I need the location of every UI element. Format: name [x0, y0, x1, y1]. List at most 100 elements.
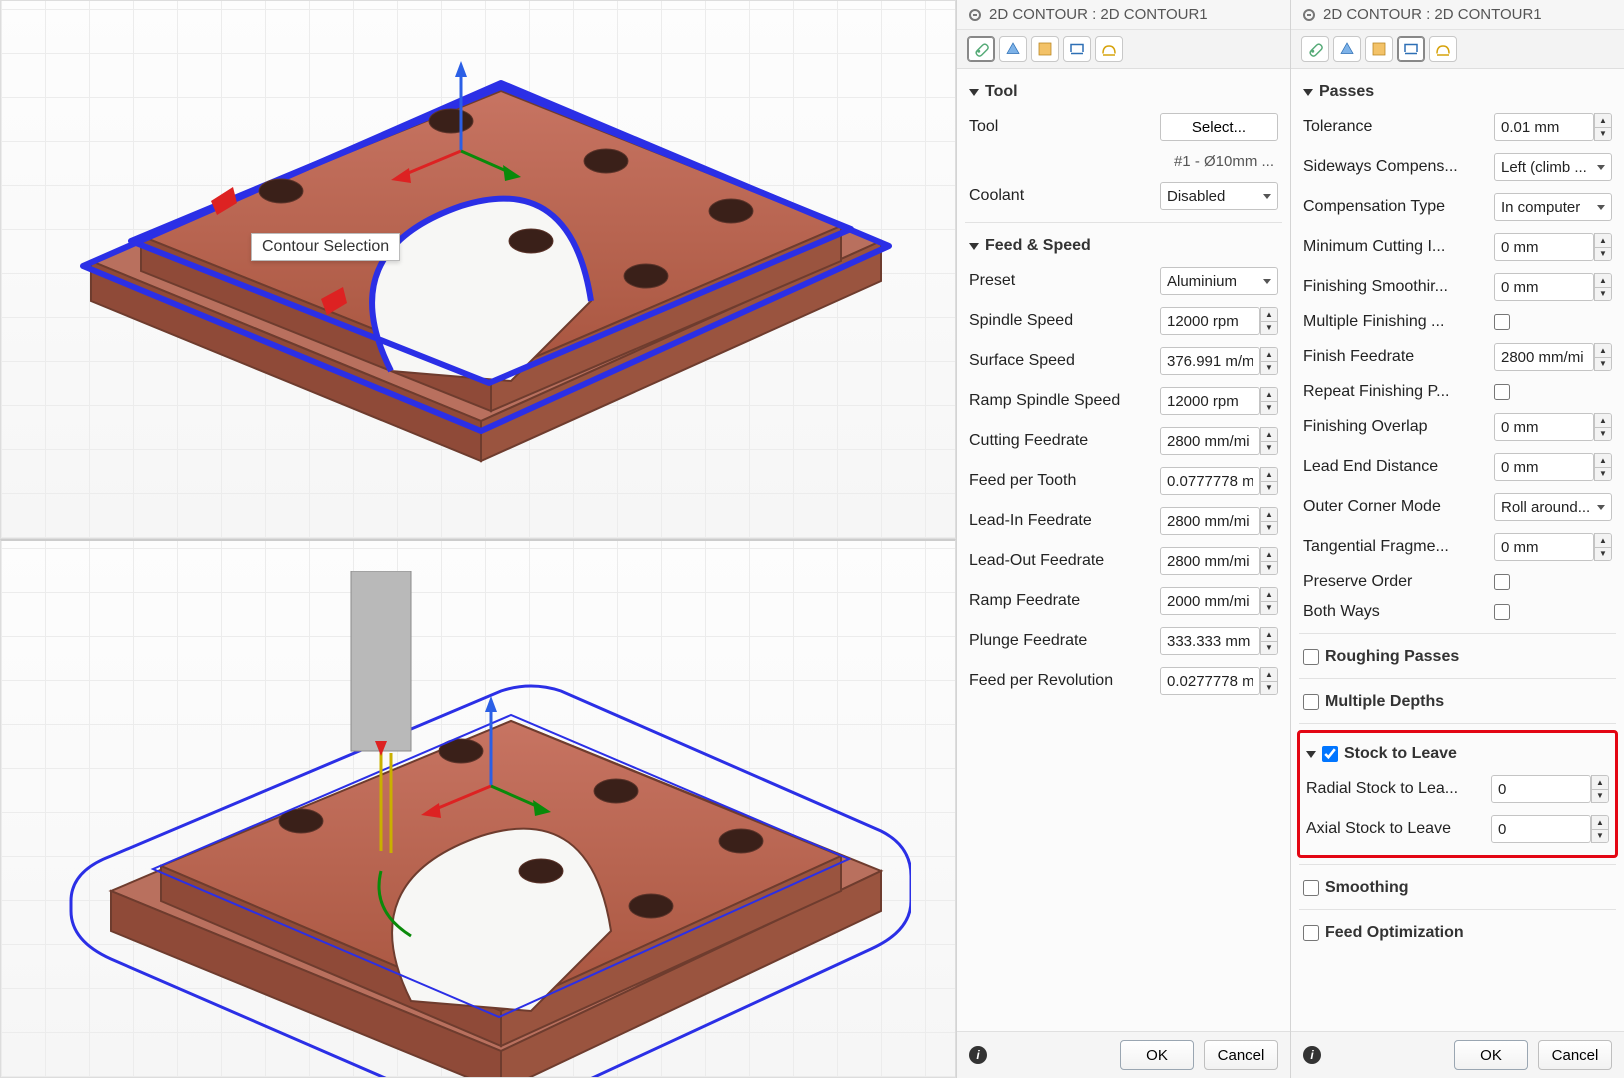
spindle-speed-step-up[interactable]: ▲ [1261, 308, 1277, 322]
plunge-feedrate-step-down[interactable]: ▼ [1261, 642, 1277, 655]
section-tool-header[interactable]: Tool [969, 75, 1278, 107]
tab-geometry[interactable] [999, 36, 1027, 62]
both-ways-checkbox[interactable] [1494, 604, 1510, 620]
compensation-type-select[interactable]: In computer [1494, 193, 1612, 221]
feed-per-tooth-step-up[interactable]: ▲ [1261, 468, 1277, 482]
cancel-button[interactable]: Cancel [1538, 1040, 1612, 1070]
info-icon[interactable]: i [969, 1046, 987, 1064]
finishing-smoothir-step-down[interactable]: ▼ [1595, 288, 1611, 301]
section-passes-header[interactable]: Passes [1303, 75, 1612, 107]
tangential-fragme-input[interactable] [1494, 533, 1594, 561]
feed-per-revolution-input[interactable] [1160, 667, 1260, 695]
info-icon[interactable]: i [1303, 1046, 1321, 1064]
minimum-cutting-i-step-down[interactable]: ▼ [1595, 248, 1611, 261]
surface-speed-step-up[interactable]: ▲ [1261, 348, 1277, 362]
preset-select[interactable]: Aluminium [1160, 267, 1278, 295]
smoothing-checkbox[interactable] [1303, 880, 1319, 896]
ramp-feedrate-step-down[interactable]: ▼ [1261, 602, 1277, 615]
section-stock-to-leave-header[interactable]: Stock to Leave [1306, 737, 1609, 769]
section-feed-opt-header[interactable]: Feed Optimization [1303, 916, 1612, 948]
finish-feedrate-step-up[interactable]: ▲ [1595, 344, 1611, 358]
lead-out-feedrate-input[interactable] [1160, 547, 1260, 575]
finish-feedrate-step-down[interactable]: ▼ [1595, 358, 1611, 371]
lead-in-feedrate-step-up[interactable]: ▲ [1261, 508, 1277, 522]
minimize-icon[interactable] [1303, 9, 1315, 21]
axial-stock-to-leave-step-up[interactable]: ▲ [1592, 816, 1608, 830]
section-multiple-depths-header[interactable]: Multiple Depths [1303, 685, 1612, 717]
tab-tool[interactable] [967, 36, 995, 62]
tab-heights[interactable] [1031, 36, 1059, 62]
lead-out-feedrate-step-up[interactable]: ▲ [1261, 548, 1277, 562]
section-smoothing-header[interactable]: Smoothing [1303, 871, 1612, 903]
stock-to-leave-checkbox[interactable] [1322, 746, 1338, 762]
tab-linking[interactable] [1095, 36, 1123, 62]
lead-end-distance-step-down[interactable]: ▼ [1595, 468, 1611, 481]
ramp-spindle-speed-input[interactable] [1160, 387, 1260, 415]
cutting-feedrate-step-up[interactable]: ▲ [1261, 428, 1277, 442]
tangential-fragme-step-down[interactable]: ▼ [1595, 548, 1611, 561]
feed-optimization-checkbox[interactable] [1303, 925, 1319, 941]
radial-stock-to-lea-step-down[interactable]: ▼ [1592, 790, 1608, 803]
tab-geometry[interactable] [1333, 36, 1361, 62]
axial-stock-to-leave-input[interactable] [1491, 815, 1591, 843]
feed-per-tooth-input[interactable] [1160, 467, 1260, 495]
tolerance-step-down[interactable]: ▼ [1595, 128, 1611, 141]
ramp-spindle-speed-step-down[interactable]: ▼ [1261, 402, 1277, 415]
finishing-overlap-step-up[interactable]: ▲ [1595, 414, 1611, 428]
section-feed-header[interactable]: Feed & Speed [969, 229, 1278, 261]
finish-feedrate-input[interactable] [1494, 343, 1594, 371]
multiple-finishing-checkbox[interactable] [1494, 314, 1510, 330]
plunge-feedrate-step-up[interactable]: ▲ [1261, 628, 1277, 642]
minimum-cutting-i-input[interactable] [1494, 233, 1594, 261]
viewport-bottom[interactable] [0, 539, 956, 1078]
tab-passes[interactable] [1063, 36, 1091, 62]
lead-end-distance-step-up[interactable]: ▲ [1595, 454, 1611, 468]
tab-passes[interactable] [1397, 36, 1425, 62]
surface-speed-input[interactable] [1160, 347, 1260, 375]
lead-in-feedrate-input[interactable] [1160, 507, 1260, 535]
feed-per-revolution-step-down[interactable]: ▼ [1261, 682, 1277, 695]
surface-speed-step-down[interactable]: ▼ [1261, 362, 1277, 375]
cutting-feedrate-step-down[interactable]: ▼ [1261, 442, 1277, 455]
tolerance-step-up[interactable]: ▲ [1595, 114, 1611, 128]
ok-button[interactable]: OK [1454, 1040, 1528, 1070]
finishing-overlap-step-down[interactable]: ▼ [1595, 428, 1611, 441]
multiple-depths-checkbox[interactable] [1303, 694, 1319, 710]
roughing-passes-checkbox[interactable] [1303, 649, 1319, 665]
tab-heights[interactable] [1365, 36, 1393, 62]
cancel-button[interactable]: Cancel [1204, 1040, 1278, 1070]
feed-per-tooth-step-down[interactable]: ▼ [1261, 482, 1277, 495]
plunge-feedrate-input[interactable] [1160, 627, 1260, 655]
cutting-feedrate-input[interactable] [1160, 427, 1260, 455]
viewport-top[interactable]: Contour Selection [0, 0, 956, 539]
finishing-smoothir-step-up[interactable]: ▲ [1595, 274, 1611, 288]
spindle-speed-input[interactable] [1160, 307, 1260, 335]
repeat-finishing-p-checkbox[interactable] [1494, 384, 1510, 400]
feed-per-revolution-step-up[interactable]: ▲ [1261, 668, 1277, 682]
section-roughing-header[interactable]: Roughing Passes [1303, 640, 1612, 672]
outer-corner-mode-select[interactable]: Roll around... [1494, 493, 1612, 521]
minimum-cutting-i-step-up[interactable]: ▲ [1595, 234, 1611, 248]
spindle-speed-step-down[interactable]: ▼ [1261, 322, 1277, 335]
lead-end-distance-input[interactable] [1494, 453, 1594, 481]
tool-select-button[interactable]: Select... [1160, 113, 1278, 141]
preserve-order-checkbox[interactable] [1494, 574, 1510, 590]
ok-button[interactable]: OK [1120, 1040, 1194, 1070]
lead-out-feedrate-step-down[interactable]: ▼ [1261, 562, 1277, 575]
finishing-smoothir-input[interactable] [1494, 273, 1594, 301]
minimize-icon[interactable] [969, 9, 981, 21]
ramp-spindle-speed-step-up[interactable]: ▲ [1261, 388, 1277, 402]
ramp-feedrate-input[interactable] [1160, 587, 1260, 615]
radial-stock-to-lea-input[interactable] [1491, 775, 1591, 803]
lead-in-feedrate-step-down[interactable]: ▼ [1261, 522, 1277, 535]
tab-tool[interactable] [1301, 36, 1329, 62]
sideways-compens-select[interactable]: Left (climb ... [1494, 153, 1612, 181]
ramp-feedrate-step-up[interactable]: ▲ [1261, 588, 1277, 602]
axial-stock-to-leave-step-down[interactable]: ▼ [1592, 830, 1608, 843]
finishing-overlap-input[interactable] [1494, 413, 1594, 441]
radial-stock-to-lea-step-up[interactable]: ▲ [1592, 776, 1608, 790]
coolant-select[interactable]: Disabled [1160, 182, 1278, 210]
tangential-fragme-step-up[interactable]: ▲ [1595, 534, 1611, 548]
tolerance-input[interactable] [1494, 113, 1594, 141]
tab-linking[interactable] [1429, 36, 1457, 62]
